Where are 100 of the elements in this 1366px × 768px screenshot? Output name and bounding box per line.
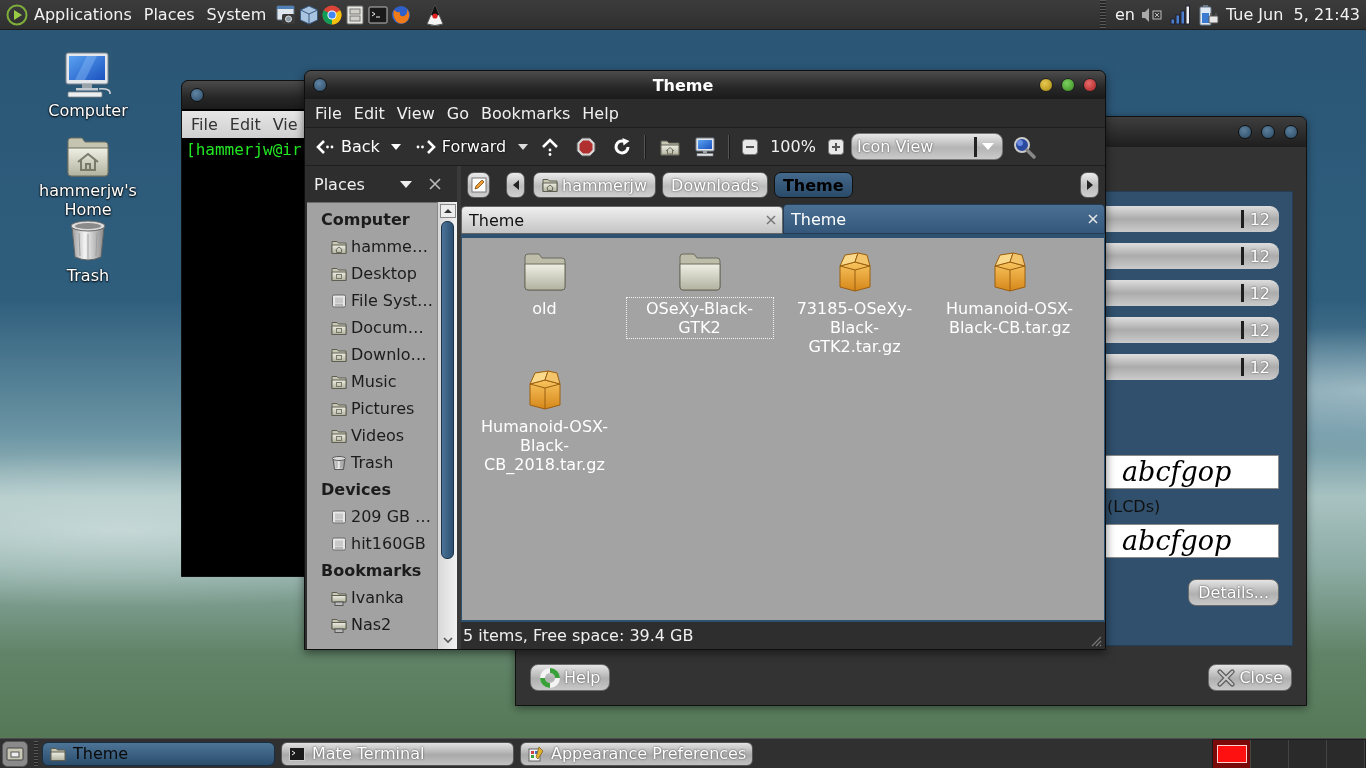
tab[interactable]: Theme bbox=[783, 204, 1105, 234]
minimize-icon[interactable] bbox=[1238, 125, 1252, 139]
terminal-icon bbox=[289, 745, 305, 762]
show-desktop-icon[interactable] bbox=[2, 740, 28, 767]
close-icon[interactable] bbox=[429, 178, 441, 190]
window-menu-icon[interactable] bbox=[190, 88, 204, 102]
speaker-muted-icon[interactable] bbox=[1140, 6, 1163, 23]
folder-icon[interactable] bbox=[331, 346, 347, 363]
place-item[interactable]: Videos bbox=[351, 426, 405, 445]
cube-icon[interactable] bbox=[299, 4, 320, 25]
signal-bars-icon[interactable] bbox=[1169, 4, 1191, 25]
menu-item[interactable]: Edit bbox=[347, 103, 391, 123]
place-item[interactable]: Music bbox=[351, 372, 397, 391]
package-icon[interactable] bbox=[526, 370, 563, 410]
forward-button[interactable]: Forward bbox=[414, 137, 507, 156]
menu-item[interactable]: File bbox=[185, 115, 224, 134]
zoom-in-icon[interactable] bbox=[827, 138, 844, 155]
maximize-icon[interactable] bbox=[1061, 78, 1075, 92]
drive-icon[interactable] bbox=[331, 292, 347, 309]
folder-icon[interactable] bbox=[331, 427, 347, 444]
maximize-icon[interactable] bbox=[1261, 125, 1275, 139]
folder-icon[interactable] bbox=[677, 252, 722, 292]
folder-icon[interactable] bbox=[331, 319, 347, 336]
resize-grip[interactable] bbox=[1090, 635, 1102, 647]
tab[interactable]: Theme bbox=[461, 206, 783, 234]
scrollbar-thumb[interactable] bbox=[441, 221, 454, 559]
panel-handle[interactable] bbox=[1099, 0, 1106, 29]
close-icon[interactable] bbox=[766, 215, 776, 225]
scroll-left-button[interactable] bbox=[506, 172, 525, 198]
folder-icon[interactable] bbox=[331, 373, 347, 390]
computer-icon[interactable] bbox=[694, 136, 717, 157]
place-item[interactable]: Trash bbox=[351, 453, 394, 472]
desktop-icon-label[interactable]: Trash bbox=[66, 266, 110, 285]
scroll-right-button[interactable] bbox=[1080, 172, 1099, 198]
keyboard-layout-indicator[interactable]: en bbox=[1114, 5, 1135, 24]
menu-item[interactable]: Bookmarks bbox=[474, 103, 577, 123]
stop-icon[interactable] bbox=[576, 136, 597, 157]
folder-icon[interactable] bbox=[522, 252, 567, 292]
zoom-out-icon[interactable] bbox=[742, 138, 759, 155]
computer-icon[interactable] bbox=[63, 52, 113, 98]
menu-item[interactable]: Vie bbox=[266, 115, 304, 134]
place-item[interactable]: Pictures bbox=[351, 399, 415, 418]
drive-icon[interactable] bbox=[331, 535, 347, 552]
place-item[interactable]: Desktop bbox=[351, 264, 417, 283]
side-pane-title[interactable]: Places bbox=[314, 174, 400, 194]
panel-menu-item[interactable]: Places bbox=[137, 1, 201, 28]
desktop-icon-label[interactable]: Computer bbox=[48, 101, 128, 120]
menu-item[interactable]: View bbox=[390, 103, 441, 123]
caret-icon[interactable] bbox=[518, 143, 529, 150]
battery-icon[interactable] bbox=[1197, 3, 1219, 26]
package-icon[interactable] bbox=[991, 252, 1028, 292]
app-menu-icon[interactable] bbox=[6, 3, 28, 26]
file-cabinet-icon[interactable] bbox=[345, 4, 366, 25]
place-item[interactable]: Docum… bbox=[351, 318, 424, 337]
clock[interactable]: Tue Jun 5, 21:43 bbox=[1225, 5, 1366, 24]
location-toggle-button[interactable] bbox=[467, 172, 490, 198]
scroll-up-icon[interactable] bbox=[439, 204, 456, 218]
mascot-icon[interactable] bbox=[425, 3, 446, 26]
ring-icon[interactable] bbox=[322, 4, 343, 25]
place-item[interactable]: Downlo… bbox=[351, 345, 427, 364]
caret-icon[interactable] bbox=[390, 143, 401, 150]
font-preview-box: abcfgop bbox=[1106, 524, 1279, 558]
back-button[interactable]: Back bbox=[315, 137, 380, 156]
place-item[interactable]: Nas2 bbox=[351, 615, 392, 634]
place-item[interactable]: 209 GB … bbox=[351, 507, 432, 526]
place-item[interactable]: hit160GB bbox=[351, 534, 426, 553]
folder-icon[interactable] bbox=[331, 400, 347, 417]
workspace-button[interactable] bbox=[1213, 739, 1251, 768]
network-folder-icon[interactable] bbox=[331, 616, 347, 633]
palette-icon bbox=[528, 745, 544, 762]
minimize-icon[interactable] bbox=[1039, 78, 1053, 92]
place-item[interactable]: hamme… bbox=[351, 237, 428, 256]
globe-icon[interactable] bbox=[391, 4, 412, 25]
drive-icon[interactable] bbox=[331, 508, 347, 525]
trash-icon[interactable] bbox=[68, 219, 108, 263]
folder-icon[interactable] bbox=[331, 265, 347, 282]
menu-item[interactable]: File bbox=[309, 103, 348, 123]
panel-menu-item[interactable]: System bbox=[200, 1, 273, 28]
menu-item[interactable]: Help bbox=[576, 103, 625, 123]
close-icon[interactable] bbox=[1284, 125, 1298, 139]
caret-icon[interactable] bbox=[400, 180, 412, 188]
folder-icon bbox=[50, 745, 66, 762]
home-folder-icon[interactable] bbox=[660, 137, 681, 156]
menu-item[interactable]: Go bbox=[440, 103, 475, 123]
panel-menu-item[interactable]: Applications bbox=[28, 1, 138, 28]
network-folder-icon[interactable] bbox=[331, 589, 347, 606]
home-folder-icon[interactable] bbox=[331, 238, 347, 255]
close-icon[interactable] bbox=[1083, 78, 1097, 92]
trash-icon[interactable] bbox=[331, 454, 347, 471]
terminal-icon[interactable] bbox=[368, 4, 389, 25]
search-icon[interactable] bbox=[1011, 134, 1036, 159]
desktop-icon-label[interactable]: hammerjw's Home bbox=[33, 181, 143, 219]
menu-item[interactable]: Edit bbox=[223, 115, 267, 134]
camera-icon[interactable] bbox=[276, 4, 297, 25]
package-icon[interactable] bbox=[836, 252, 873, 292]
window-menu-icon[interactable] bbox=[313, 78, 327, 92]
home-folder-icon[interactable] bbox=[65, 134, 111, 178]
place-item[interactable]: File Syst… bbox=[351, 291, 434, 310]
scrollbar[interactable] bbox=[437, 202, 457, 649]
place-item[interactable]: Ivanka bbox=[351, 588, 404, 607]
